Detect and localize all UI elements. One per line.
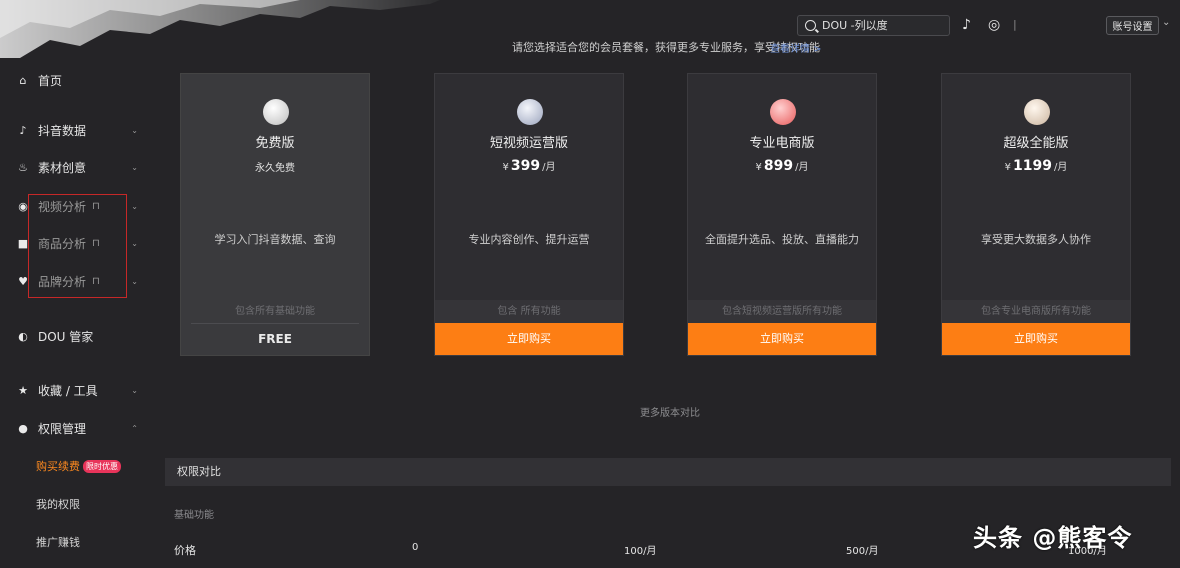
sidebar: ⌂ 首页 ♪ 抖音数据 ⌄ ♨ 素材创意 ⌄ ◉ 视频分析 ⊓ ⌄ ■ 商品分析…	[0, 58, 150, 568]
plan-price: ¥399/月	[502, 158, 556, 174]
plan-description: 全面提升选品、投放、直播能力	[705, 233, 859, 246]
promo-badge: 限时优惠	[83, 459, 121, 473]
fire-icon: ♨	[18, 161, 28, 174]
plan-card-super: 超级全能版 ¥1199/月 享受更大数据多人协作 包含专业电商版所有功能 立即购…	[941, 73, 1131, 356]
table-cell: 500/月	[846, 546, 879, 557]
table-section-label: 基础功能	[174, 510, 214, 521]
chevron-up-icon: ⌃	[131, 424, 138, 433]
plan-price: ¥1199/月	[1004, 158, 1068, 174]
sidebar-item-douyin-data[interactable]: ♪ 抖音数据 ⌄	[16, 122, 140, 139]
plan-note: 包含专业电商版所有功能	[942, 300, 1130, 324]
table-cell: 0	[412, 542, 419, 553]
sidebar-item-favorites-tools[interactable]: ★ 收藏 / 工具 ⌄	[16, 382, 140, 399]
search-input[interactable]	[822, 19, 942, 32]
comparison-table-header: 权限对比	[165, 458, 1171, 486]
star-icon: ★	[18, 384, 28, 397]
plan-card-ecommerce: 专业电商版 ¥899/月 全面提升选品、投放、直播能力 包含短视频运营版所有功能…	[687, 73, 877, 356]
plan-card-free: 免费版 永久免费 学习入门抖音数据、查询 包含所有基础功能 FREE	[180, 73, 370, 356]
plan-description: 享受更大数据多人协作	[981, 233, 1091, 246]
headset-icon[interactable]: ◎	[988, 16, 1000, 34]
sidebar-item-home[interactable]: ⌂ 首页	[16, 72, 140, 89]
sidebar-item-label: 收藏 / 工具	[38, 384, 98, 398]
plan-price: ¥899/月	[755, 158, 809, 174]
chevron-down-icon: ⌄	[131, 202, 138, 211]
plan-subtitle: 永久免费	[255, 163, 295, 174]
buy-button[interactable]: 立即购买	[435, 323, 623, 355]
compare-versions-link[interactable]: 更多版本对比	[640, 404, 700, 419]
plan-name: 短视频运营版	[489, 136, 568, 151]
chevron-down-icon: ⌄	[131, 277, 138, 286]
chevron-down-icon: ⌄	[131, 239, 138, 248]
account-button[interactable]: 账号设置	[1106, 16, 1159, 35]
highlight-box	[28, 194, 127, 298]
search-icon	[805, 20, 816, 31]
sidebar-subitem-label: 我的权限	[36, 498, 80, 511]
sidebar-subitem-my-permissions[interactable]: 我的权限	[36, 496, 80, 512]
plan-name: 免费版	[255, 136, 295, 151]
plan-description: 专业内容创作、提升运营	[468, 233, 590, 246]
sidebar-subitem-label: 推广赚钱	[36, 536, 80, 549]
watermark: 头条 @熊客令	[973, 524, 1133, 552]
plan-note: 包含所有基础功能	[191, 300, 359, 324]
plan-free-label: FREE	[258, 332, 292, 346]
sidebar-item-permissions[interactable]: ● 权限管理 ⌃	[16, 420, 140, 437]
home-icon: ⌂	[19, 74, 27, 87]
sidebar-subitem-affiliate[interactable]: 推广赚钱	[36, 534, 80, 550]
sidebar-item-label: 素材创意	[38, 161, 87, 175]
plan-medal-icon	[1024, 99, 1050, 125]
buy-button[interactable]: 立即购买	[942, 323, 1130, 355]
divider-icon: |	[1013, 18, 1017, 31]
chevron-down-icon[interactable]: ⌄	[1162, 17, 1170, 28]
sidebar-item-label: 权限管理	[38, 422, 87, 436]
plan-card-video-ops: 短视频运营版 ¥399/月 专业内容创作、提升运营 包含 所有功能 立即购买	[434, 73, 624, 356]
plan-medal-icon	[770, 99, 796, 125]
tiktok-icon: ♪	[19, 124, 27, 137]
chevron-down-icon: ⌄	[131, 163, 138, 172]
sidebar-subitem-purchase[interactable]: 购买续费 限时优惠	[36, 458, 121, 474]
plan-name: 专业电商版	[749, 136, 815, 151]
sidebar-item-dou-manager[interactable]: ◐ DOU 管家	[16, 328, 140, 345]
table-row-label: 价格	[174, 544, 196, 557]
buy-button[interactable]: 立即购买	[688, 323, 876, 355]
table-cell: 100/月	[624, 546, 657, 557]
chevron-down-icon: ⌄	[131, 126, 138, 135]
plan-description: 学习入门抖音数据、查询	[214, 233, 336, 246]
promo-link[interactable]: 查看详情 >	[770, 40, 822, 55]
user-icon: ●	[18, 422, 28, 435]
sidebar-item-label: DOU 管家	[38, 330, 94, 344]
plan-note: 包含 所有功能	[435, 300, 623, 324]
search-box[interactable]	[797, 15, 950, 36]
sidebar-item-label: 首页	[38, 74, 63, 88]
tiktok-icon[interactable]: ♪	[962, 16, 971, 34]
plan-note: 包含短视频运营版所有功能	[688, 300, 876, 324]
plan-medal-icon	[263, 99, 289, 125]
chevron-down-icon: ⌄	[131, 386, 138, 395]
plan-name: 超级全能版	[1003, 136, 1069, 151]
sidebar-item-label: 抖音数据	[38, 124, 87, 138]
sidebar-subitem-label: 购买续费	[36, 460, 80, 473]
plan-medal-icon	[517, 99, 543, 125]
eye-icon: ◐	[18, 330, 28, 343]
sidebar-item-creative[interactable]: ♨ 素材创意 ⌄	[16, 159, 140, 176]
